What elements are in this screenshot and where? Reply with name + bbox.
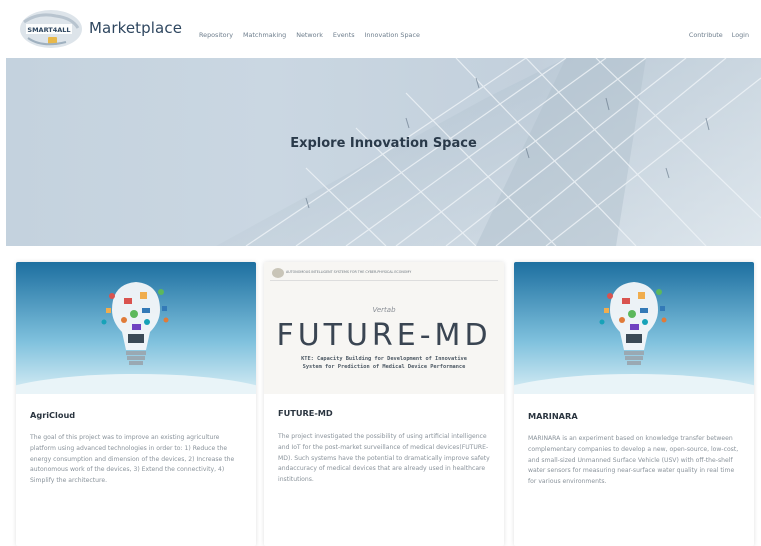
top-header: SMART4ALL Marketplace Repository Matchma… [0,0,761,58]
project-card-future-md[interactable]: AUTONOMOUS INTELLIGENT SYSTEMS FOR THE C… [264,262,504,546]
nav-innovation-space[interactable]: Innovation Space [365,31,420,39]
future-md-image: AUTONOMOUS INTELLIGENT SYSTEMS FOR THE C… [264,262,504,394]
image-big-title: FUTURE-MD [276,318,492,353]
card-description: The project investigated the possibility… [278,433,490,484]
login-link[interactable]: Login [732,31,749,39]
smart4all-logo[interactable]: SMART4ALL [18,8,84,50]
card-description: MARINARA is an experiment based on knowl… [528,435,739,486]
nav-repository[interactable]: Repository [199,31,233,39]
brand-title[interactable]: Marketplace [89,19,182,37]
card-title: MARINARA [528,411,578,421]
image-header-text: AUTONOMOUS INTELLIGENT SYSTEMS FOR THE C… [286,270,412,274]
project-card-marinara[interactable]: MARINARA MARINARA is an experiment based… [514,262,754,546]
glass-building-image [216,58,761,246]
hero-banner: Explore Innovation Space [6,58,761,246]
nav-network[interactable]: Network [296,31,323,39]
nav-matchmaking[interactable]: Matchmaking [243,31,286,39]
hero-title: Explore Innovation Space [290,136,477,151]
main-nav: Repository Matchmaking Network Events In… [199,31,420,39]
lightbulb-icon [514,262,754,394]
image-org-name: Vertab [372,306,396,314]
nav-events[interactable]: Events [333,31,355,39]
divider [270,280,498,281]
contribute-link[interactable]: Contribute [689,31,723,39]
card-title: FUTURE-MD [278,408,333,418]
image-subtitle: KTE: Capacity Building for Development o… [301,356,467,370]
card-title: AgriCloud [30,410,76,420]
lightbulb-icon [16,262,256,394]
logo-text: SMART4ALL [27,26,70,34]
account-nav: Contribute Login [689,31,749,39]
project-card-agricloud[interactable]: AgriCloud The goal of this project was t… [16,262,256,546]
org-logo-icon [272,268,284,278]
card-description: The goal of this project was to improve … [30,434,235,485]
